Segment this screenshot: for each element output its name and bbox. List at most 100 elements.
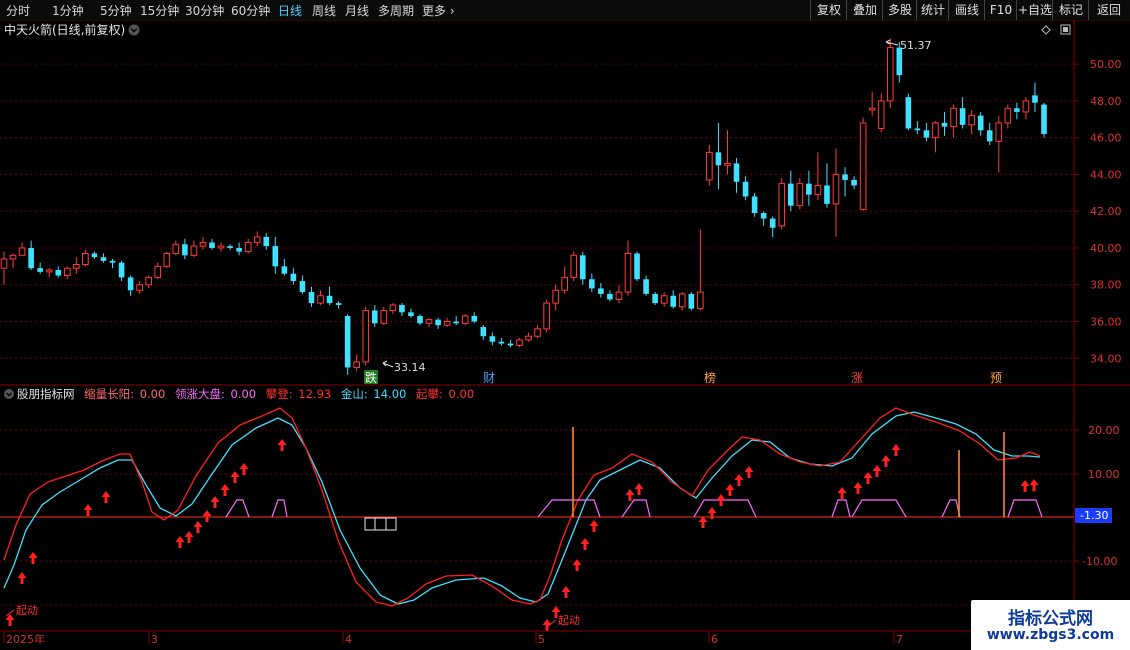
add-watchlist-button[interactable]: +自选 — [1016, 0, 1053, 20]
candle — [118, 260, 125, 282]
ind-tick-neg10: -10.00 — [1082, 555, 1117, 568]
candle — [182, 238, 188, 259]
up-arrow-icon — [634, 483, 644, 495]
candle — [832, 148, 840, 237]
date-label-7: 7 — [896, 633, 903, 646]
price-grid — [0, 63, 1074, 359]
lingzhang-marker — [1007, 499, 1043, 518]
up-arrow-icon — [193, 521, 203, 533]
panel-toggle-icon[interactable] — [1060, 24, 1071, 35]
up-arrow-icon — [28, 552, 38, 564]
candle — [760, 211, 767, 226]
candle — [507, 339, 514, 348]
candle — [842, 167, 848, 197]
candle — [308, 286, 315, 307]
event-marker-die[interactable]: 跌 — [364, 370, 378, 385]
candle — [886, 38, 894, 109]
candle — [371, 304, 378, 328]
period-daily[interactable]: 日线 — [278, 2, 302, 19]
candle — [37, 262, 43, 274]
title-dropdown-icon[interactable] — [128, 24, 140, 36]
event-label: 财 — [483, 371, 495, 385]
candle — [806, 170, 812, 206]
period-fenshi[interactable]: 分时 — [6, 2, 30, 19]
up-arrow-icon — [698, 516, 708, 528]
ind-tick-20: 20.00 — [1088, 424, 1120, 437]
field-label-suoliang: 缩量长阳: — [84, 387, 134, 401]
indicator-axis: 20.00 10.00 -10.00 -1.30 — [1074, 424, 1120, 568]
candle — [607, 290, 613, 302]
candle — [724, 130, 731, 175]
period-weekly[interactable]: 周线 — [312, 2, 336, 19]
candle — [154, 262, 162, 280]
candle — [82, 249, 89, 267]
period-60min[interactable]: 60分钟 — [231, 2, 270, 19]
up-arrow-icon — [853, 482, 863, 494]
draw-line-button[interactable]: 画线 — [948, 0, 985, 20]
period-more[interactable]: 更多 › — [422, 2, 455, 19]
candle — [624, 240, 632, 296]
period-15min[interactable]: 15分钟 — [140, 2, 179, 19]
candle — [136, 281, 143, 294]
statistics-button[interactable]: 统计 — [916, 0, 949, 20]
event-marker-cai[interactable]: 财 — [483, 371, 495, 385]
candle — [932, 121, 939, 153]
candle — [344, 314, 351, 375]
back-button[interactable]: 返回 — [1088, 0, 1129, 20]
candle — [851, 176, 857, 190]
candle — [859, 117, 867, 212]
period-multi[interactable]: 多周期 — [378, 2, 414, 19]
candle — [425, 317, 433, 328]
price-tick-label: 34.00 — [1090, 352, 1122, 365]
chevron-right-icon: › — [449, 4, 455, 18]
diamond-icon[interactable] — [1041, 25, 1051, 35]
candle — [272, 236, 279, 274]
period-1min[interactable]: 1分钟 — [52, 2, 84, 19]
f10-button[interactable]: F10 — [984, 0, 1017, 20]
candle — [317, 290, 324, 305]
candle — [615, 284, 623, 304]
event-marker-yu[interactable]: 预 — [990, 371, 1002, 385]
candle — [299, 275, 306, 294]
period-30min[interactable]: 30分钟 — [185, 2, 224, 19]
up-arrow-icon — [561, 586, 571, 598]
indicator-dropdown-icon[interactable] — [4, 389, 14, 399]
candle — [914, 121, 921, 134]
candle — [64, 266, 71, 280]
period-monthly[interactable]: 月线 — [345, 2, 369, 19]
candle — [1032, 82, 1038, 112]
up-arrow-icon — [175, 536, 185, 548]
candle — [1004, 104, 1012, 129]
candle — [145, 275, 152, 289]
event-marker-bang[interactable]: 榜 — [704, 370, 716, 385]
lingzhang-marker — [851, 499, 907, 518]
fuquan-button[interactable]: 复权 — [810, 0, 847, 20]
candle — [489, 332, 496, 346]
period-5min[interactable]: 5分钟 — [100, 2, 132, 19]
candle — [100, 253, 107, 263]
candle — [380, 306, 388, 326]
candle — [589, 273, 595, 293]
overlay-button[interactable]: 叠加 — [846, 0, 883, 20]
up-arrow-icon — [872, 465, 882, 477]
multi-stock-button[interactable]: 多股 — [882, 0, 917, 20]
indicator-name: 股朋指标网 — [17, 387, 75, 401]
period-toolbar: 分时 1分钟 5分钟 15分钟 30分钟 60分钟 日线 周线 月线 多周期 更… — [0, 0, 1130, 21]
event-marker-zhang[interactable]: 涨 — [851, 370, 863, 385]
candle — [941, 111, 948, 136]
box-marker — [364, 517, 397, 531]
candle — [461, 314, 469, 326]
mark-button[interactable]: 标记 — [1052, 0, 1089, 20]
field-label-jinshan: 金山: — [341, 387, 368, 401]
candle — [552, 284, 559, 311]
candle — [45, 268, 53, 278]
up-arrow-icon — [83, 504, 93, 516]
candle — [389, 303, 397, 315]
up-arrow-icon — [184, 531, 194, 543]
up-arrow-icon — [716, 494, 726, 506]
watermark-url: www.zbgs3.com — [986, 627, 1115, 643]
field-label-pandeng: 攀登: — [266, 387, 293, 401]
candle — [751, 192, 758, 217]
candle — [28, 240, 34, 271]
candle — [814, 152, 822, 201]
